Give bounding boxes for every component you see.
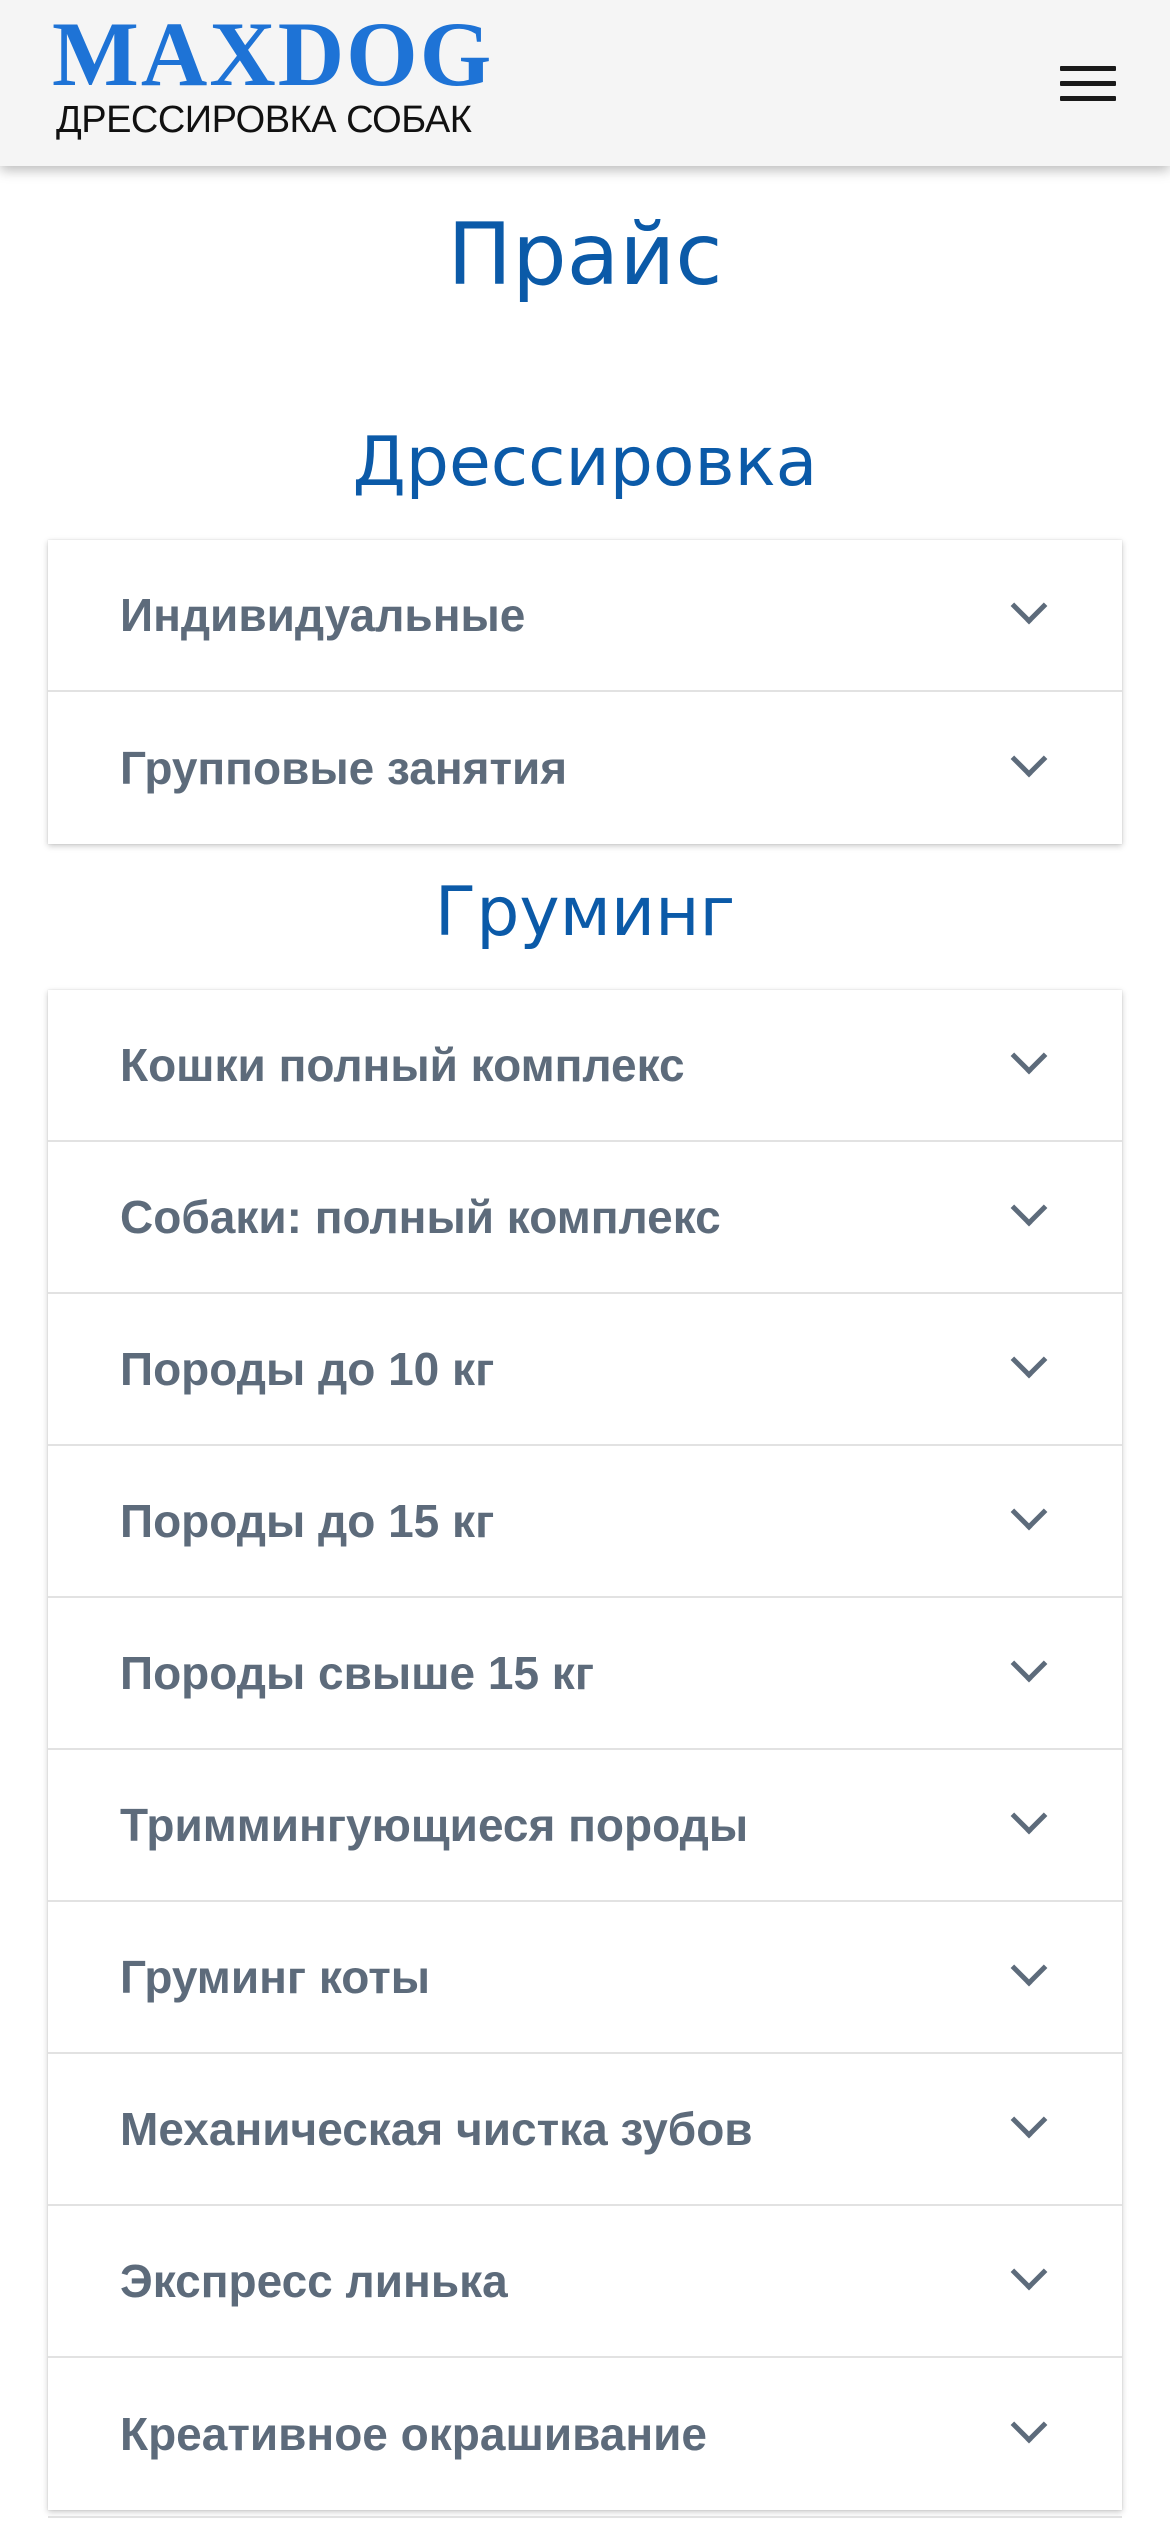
accordion-item-label: Породы свыше 15 кг	[120, 1647, 594, 1699]
accordion-item-label: Породы до 10 кг	[120, 1343, 495, 1395]
accordion-item[interactable]: Индивидуальные	[48, 540, 1122, 692]
chevron-down-icon	[1010, 2101, 1048, 2139]
chevron-down-icon	[1010, 1189, 1048, 1227]
accordion-item[interactable]: Груминг коты	[48, 1902, 1122, 2054]
chevron-down-icon	[1010, 2406, 1048, 2444]
accordion-item[interactable]: Породы свыше 15 кг	[48, 1598, 1122, 1750]
menu-line	[1060, 96, 1116, 101]
chevron-down-icon	[1010, 1037, 1048, 1075]
chevron-down-icon	[1010, 1493, 1048, 1531]
chevron-down-icon	[1010, 740, 1048, 778]
chevron-down-icon	[1010, 2253, 1048, 2291]
accordion-item-label: Индивидуальные	[120, 589, 526, 641]
accordion-item[interactable]: Породы до 15 кг	[48, 1446, 1122, 1598]
logo-tagline: ДРЕССИРОВКА СОБАК	[56, 99, 472, 141]
section-title-grooming: Груминг	[434, 873, 736, 952]
page-title: Прайс	[447, 205, 723, 305]
accordion-grooming: Кошки полный комплекс Собаки: полный ком…	[48, 990, 1122, 2510]
menu-line	[1060, 66, 1116, 71]
accordion-item-label: Кошки полный комплекс	[120, 1039, 685, 1091]
accordion-item-label: Триммингующиеся породы	[120, 1799, 749, 1851]
logo[interactable]: MAXDOG ДРЕССИРОВКА СОБАК	[52, 8, 493, 140]
divider	[48, 2516, 1122, 2518]
accordion-item[interactable]: Собаки: полный комплекс	[48, 1142, 1122, 1294]
accordion-item-label: Креативное окрашивание	[120, 2408, 707, 2460]
accordion-item[interactable]: Креативное окрашивание	[48, 2358, 1122, 2510]
accordion-item[interactable]: Породы до 10 кг	[48, 1294, 1122, 1446]
menu-line	[1060, 81, 1116, 86]
accordion-item[interactable]: Механическая чистка зубов	[48, 2054, 1122, 2206]
accordion-item-label: Собаки: полный комплекс	[120, 1191, 721, 1243]
hamburger-menu-icon[interactable]	[1060, 64, 1116, 104]
site-header: MAXDOG ДРЕССИРОВКА СОБАК	[0, 0, 1170, 166]
chevron-down-icon	[1010, 587, 1048, 625]
chevron-down-icon	[1010, 1949, 1048, 1987]
accordion-item[interactable]: Экспресс линька	[48, 2206, 1122, 2358]
accordion-training: Индивидуальные Групповые занятия	[48, 540, 1122, 844]
accordion-item-label: Экспресс линька	[120, 2255, 508, 2307]
accordion-item-label: Групповые занятия	[120, 742, 568, 794]
accordion-item[interactable]: Триммингующиеся породы	[48, 1750, 1122, 1902]
accordion-item[interactable]: Групповые занятия	[48, 692, 1122, 844]
section-title-training: Дрессировка	[352, 423, 818, 502]
accordion-item[interactable]: Кошки полный комплекс	[48, 990, 1122, 1142]
logo-wordmark: MAXDOG	[52, 3, 494, 105]
chevron-down-icon	[1010, 1797, 1048, 1835]
accordion-item-label: Механическая чистка зубов	[120, 2103, 753, 2155]
chevron-down-icon	[1010, 1341, 1048, 1379]
accordion-item-label: Породы до 15 кг	[120, 1495, 495, 1547]
chevron-down-icon	[1010, 1645, 1048, 1683]
accordion-item-label: Груминг коты	[120, 1951, 431, 2003]
